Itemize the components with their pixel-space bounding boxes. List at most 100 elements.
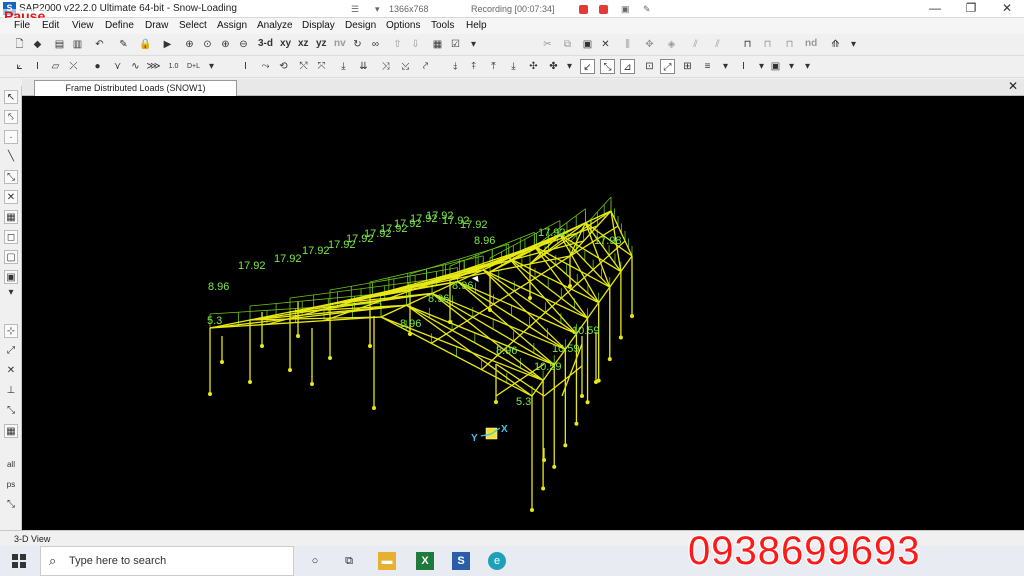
dropdown-icon-5[interactable]: ▾ — [718, 59, 733, 74]
replicate-icon[interactable]: ⫼ — [620, 37, 635, 52]
reshape-icon[interactable]: ⤣ — [4, 110, 18, 124]
select-pointer-icon[interactable]: ↙ — [580, 59, 595, 74]
menu-options[interactable]: Options — [386, 20, 420, 31]
windows-start-icon[interactable] — [12, 554, 26, 568]
point-load-icon[interactable]: ⤨ — [378, 59, 393, 74]
view-yz-button[interactable]: yz — [316, 38, 327, 49]
joint-restraint-icon[interactable]: ⊓ — [760, 37, 775, 52]
draw-poly-area-icon[interactable]: ◻ — [4, 230, 18, 244]
menu-view[interactable]: View — [72, 20, 94, 31]
local-axes-icon[interactable]: ⟲ — [276, 59, 291, 74]
frame-icon[interactable]: ⊓ — [740, 37, 755, 52]
dropdown-icon-3[interactable]: ▾ — [204, 59, 219, 74]
design-results-icon[interactable]: ⤢ — [660, 59, 675, 74]
pen-icon[interactable]: ✎ — [643, 4, 651, 15]
snap-extension-icon[interactable]: ⤡ — [4, 404, 18, 418]
end-offset-icon[interactable]: ⤧ — [314, 59, 329, 74]
menu-design[interactable]: Design — [345, 20, 376, 31]
menu-display[interactable]: Display — [302, 20, 335, 31]
menu-assign[interactable]: Assign — [217, 20, 247, 31]
menu-edit[interactable]: Edit — [42, 20, 59, 31]
close-button[interactable]: ✕ — [990, 0, 1024, 18]
menu-draw[interactable]: Draw — [145, 20, 168, 31]
view-xy-button[interactable]: xy — [280, 38, 291, 49]
releases-icon[interactable]: ⤳ — [258, 59, 273, 74]
view-close-icon[interactable]: ✕ — [1008, 79, 1018, 93]
zoom-window-icon[interactable]: ⊕ — [182, 37, 197, 52]
menu-define[interactable]: Define — [105, 20, 134, 31]
load-pattern-icon[interactable]: ⋎ — [110, 59, 125, 74]
draw-rect-area-icon[interactable]: ▢ — [4, 250, 18, 264]
show-deformed-icon[interactable]: ⤈ — [448, 59, 463, 74]
dropdown-icon-2[interactable]: ▾ — [846, 37, 861, 52]
move-icon[interactable]: ✥ — [642, 37, 657, 52]
area-load-icon[interactable]: ⤤ — [418, 59, 433, 74]
edge-icon[interactable]: e — [488, 552, 506, 570]
tab-frame-distributed-loads[interactable]: Frame Distributed Loads (SNOW1) — [34, 80, 237, 96]
snap-perpendicular-icon[interactable]: ⊥ — [4, 384, 18, 398]
joint-load-icon[interactable]: ⤓ — [336, 59, 351, 74]
cortana-icon[interactable]: ○ — [306, 552, 324, 570]
camera-icon[interactable]: ▣ — [621, 4, 630, 15]
pause-recording-icon[interactable] — [579, 5, 588, 14]
snap-intersections-icon[interactable]: ✕ — [4, 364, 18, 378]
merge-icon[interactable]: ⫽ — [710, 37, 725, 52]
spring-icon[interactable]: ⋙ — [146, 59, 161, 74]
rotate-icon[interactable]: ↻ — [350, 37, 365, 52]
i-section-icon[interactable]: I — [30, 59, 45, 74]
dropdown-icon-8[interactable]: ▾ — [4, 286, 18, 300]
draw-secondary-icon[interactable]: ▦ — [4, 210, 18, 224]
chart-icon[interactable]: ⟰ — [828, 37, 843, 52]
open-icon[interactable]: ◆ — [30, 37, 45, 52]
lock-icon[interactable]: 🔒 — [138, 37, 153, 52]
model-3d-view[interactable]: 17.92 17.92 17.92 17.92 17.92 17.92 17.9… — [22, 96, 1024, 530]
combo-icon[interactable]: D+L — [186, 59, 201, 74]
clear-select-icon[interactable]: ⤡ — [4, 498, 18, 512]
collapse-icon[interactable]: ▾ — [375, 4, 380, 15]
insertion-icon[interactable]: ⤲ — [296, 59, 311, 74]
pointer-icon[interactable]: ↖ — [4, 90, 18, 104]
frame-load-icon[interactable]: ⇊ — [356, 59, 371, 74]
down-arrow-icon[interactable]: ⇩ — [408, 37, 423, 52]
window-select-icon[interactable]: ⤡ — [600, 59, 615, 74]
show-model-icon[interactable]: ✤ — [546, 59, 561, 74]
stop-recording-icon[interactable] — [599, 5, 608, 14]
design-check-icon[interactable]: ⊡ — [642, 59, 657, 74]
dropdown-icon-4[interactable]: ▾ — [562, 59, 577, 74]
show-virtual-work-icon[interactable]: ⤓ — [506, 59, 521, 74]
frame-section-icon[interactable]: I — [238, 59, 253, 74]
copy-icon[interactable]: ⧉ — [560, 37, 575, 52]
extrude-icon[interactable]: ◈ — [664, 37, 679, 52]
perspective-icon[interactable]: ∞ — [368, 37, 383, 52]
zoom-restore-icon[interactable]: ⊙ — [200, 37, 215, 52]
show-stress-icon[interactable]: ⤒ — [486, 59, 501, 74]
restore-button[interactable]: ❐ — [954, 0, 988, 18]
snap-joints-icon[interactable]: ⊹ — [4, 324, 18, 338]
grid-icon[interactable]: ▦ — [430, 37, 445, 52]
cut-icon[interactable]: ✂ — [540, 37, 555, 52]
menu-select[interactable]: Select — [179, 20, 207, 31]
check-icon[interactable]: ☑ — [448, 37, 463, 52]
nd-button[interactable]: nd — [805, 38, 817, 49]
show-forces-icon[interactable]: ⤉ — [466, 59, 481, 74]
delete-icon[interactable]: ✕ — [598, 37, 613, 52]
dropdown-icon[interactable]: ▾ — [466, 37, 481, 52]
temperature-icon[interactable]: ⤩ — [398, 59, 413, 74]
excel-icon[interactable]: X — [416, 552, 434, 570]
dropdown-icon-7[interactable]: ▾ — [784, 59, 799, 74]
save-icon[interactable]: ▤ — [52, 37, 67, 52]
more-icon[interactable]: ▾ — [800, 59, 815, 74]
draw-frame-icon[interactable]: ╲ — [4, 150, 18, 164]
previous-select-icon[interactable]: ps — [4, 478, 18, 492]
print-icon[interactable]: ▥ — [70, 37, 85, 52]
load-case-icon[interactable]: 1.0 — [166, 59, 181, 74]
view-nv-button[interactable]: nv — [334, 38, 346, 49]
joint-icon[interactable]: ● — [90, 59, 105, 74]
section-designer-icon[interactable]: I — [736, 59, 751, 74]
view-3d-button[interactable]: 3-d — [258, 38, 273, 49]
all-select-icon[interactable]: ≡ — [700, 59, 715, 74]
file-explorer-icon[interactable]: ▬ — [378, 552, 396, 570]
paste-icon[interactable]: ▣ — [580, 37, 595, 52]
link-icon[interactable]: ⤫ — [66, 59, 81, 74]
task-view-icon[interactable]: ⧉ — [340, 552, 358, 570]
